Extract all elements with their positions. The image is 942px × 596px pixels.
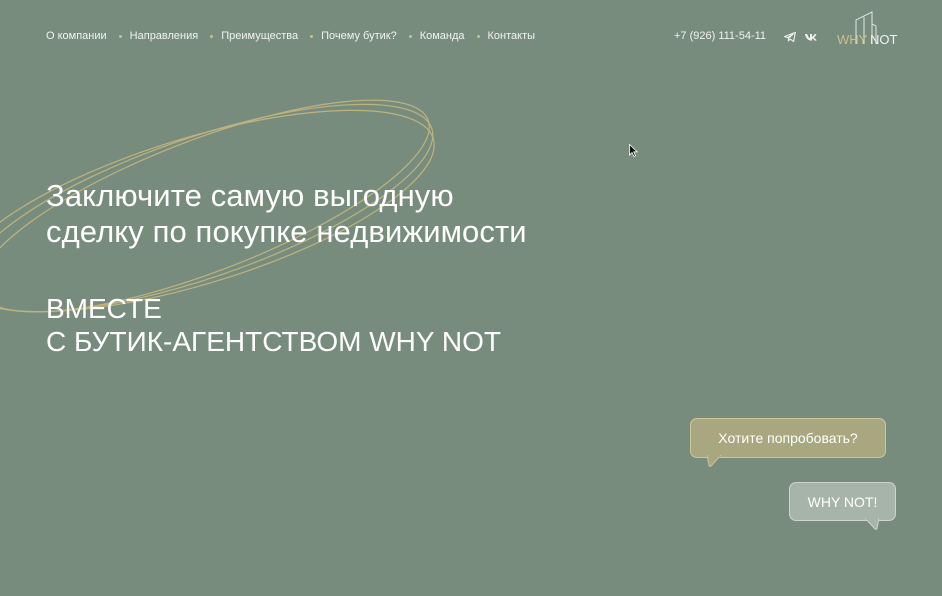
nav-item-label: Почему бутик? <box>321 30 397 42</box>
phone-link[interactable]: +7 (926) 111-54-11 <box>674 30 766 42</box>
nav-item-team[interactable]: Команда <box>420 30 465 42</box>
whynot-logo[interactable]: WHY NOT <box>836 10 898 48</box>
try-question-bubble[interactable]: Хотите попробовать? <box>690 418 886 467</box>
why-not-answer-text: WHY NOT! <box>807 493 878 510</box>
nav-item-advantages[interactable]: Преимущества <box>221 30 298 42</box>
try-question-text: Хотите попробовать? <box>718 430 858 446</box>
hero-subheadline: ВМЕСТЕ С БУТИК-АГЕНТСТВОМ WHY NOT <box>46 292 501 358</box>
bubble-tail <box>707 455 721 467</box>
nav-item-label: Контакты <box>487 30 536 42</box>
nav-item-label: О компании <box>46 30 107 42</box>
hero-headline-line: сделку по покупке недвижимости <box>46 214 527 249</box>
bubble-tail <box>865 518 879 530</box>
nav-item-label: Команда <box>419 30 465 42</box>
hero-subheadline-line: ВМЕСТЕ <box>46 293 162 324</box>
mouse-cursor-icon <box>629 144 638 157</box>
main-nav: О компании Направления Преимущества Поче… <box>46 30 535 42</box>
nav-item-contacts[interactable]: Контакты <box>488 30 536 42</box>
nav-item-label: Направления <box>129 30 199 42</box>
vk-icon[interactable] <box>804 30 818 44</box>
logo-text-not: NOT <box>870 32 898 47</box>
hero-headline-line: Заключите самую выгодную <box>46 178 454 213</box>
telegram-icon[interactable] <box>783 30 797 44</box>
nav-separator-dot <box>310 34 314 38</box>
hero-subheadline-line: С БУТИК-АГЕНТСТВОМ WHY NOT <box>46 326 501 357</box>
nav-separator-dot <box>476 34 480 38</box>
nav-item-label: Преимущества <box>221 30 299 42</box>
why-not-answer-bubble[interactable]: WHY NOT! <box>789 482 896 530</box>
logo-text-why: WHY <box>837 32 868 47</box>
nav-separator-dot <box>408 34 412 38</box>
nav-item-why-boutique[interactable]: Почему бутик? <box>321 30 397 42</box>
nav-separator-dot <box>118 34 122 38</box>
nav-item-about[interactable]: О компании <box>46 30 107 42</box>
nav-separator-dot <box>210 34 214 38</box>
nav-item-directions[interactable]: Направления <box>130 30 199 42</box>
hero-headline: Заключите самую выгодную сделку по покуп… <box>46 178 527 250</box>
